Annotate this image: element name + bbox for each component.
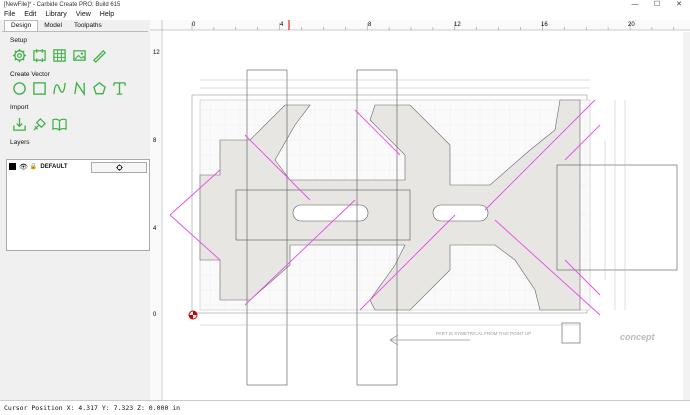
setup-heading: Setup (10, 37, 27, 44)
symmetry-note: PART IS SYMETRICAL FROM THIS POINT UP (436, 331, 531, 336)
tab-bar: Design Model Toolpaths (0, 20, 150, 31)
tab-toolpaths[interactable]: Toolpaths (68, 21, 108, 31)
layer-name: DEFAULT (40, 163, 68, 170)
window-controls: — ☐ ✕ (624, 0, 690, 9)
grid-icon[interactable] (51, 47, 67, 63)
layers-list: 👁 🔒 DEFAULT (6, 159, 150, 251)
layer-settings-button[interactable] (91, 162, 147, 173)
window-title: [NewFile]* - Carbide Create PRO: Build 6… (4, 1, 121, 8)
close-button[interactable]: ✕ (668, 0, 690, 9)
ruler-label-v12: 12 (153, 50, 160, 56)
title-bar: [NewFile]* - Carbide Create PRO: Build 6… (0, 0, 690, 9)
job-setup-icon[interactable] (31, 47, 47, 63)
import-heading: Import (10, 104, 29, 111)
polygon-icon[interactable] (91, 80, 107, 96)
status-bar: Cursor Position X: 4.317 Y: 7.323 Z: 0.0… (0, 400, 690, 415)
image-icon[interactable] (71, 47, 87, 63)
horizontal-ruler (150, 20, 690, 30)
create-vector-heading: Create Vector (10, 71, 50, 78)
tab-model[interactable]: Model (38, 21, 68, 31)
menu-edit[interactable]: Edit (20, 11, 41, 18)
polyline-icon[interactable] (71, 80, 87, 96)
library-book-icon[interactable] (51, 116, 67, 132)
gear-icon[interactable] (11, 47, 27, 63)
circle-icon[interactable] (11, 80, 27, 96)
concept-logo: concept (620, 332, 656, 342)
text-icon[interactable] (111, 80, 127, 96)
ruler-label-12: 12 (454, 22, 461, 28)
layer-row[interactable]: 👁 🔒 DEFAULT (9, 162, 147, 173)
lock-icon[interactable]: 🔒 (30, 163, 37, 170)
vertical-ruler (150, 20, 162, 400)
menu-bar: File Edit Library View Help (0, 9, 690, 20)
create-vector-tools (11, 80, 127, 96)
ruler-label-20: 20 (628, 22, 635, 28)
rectangle-icon[interactable] (31, 80, 47, 96)
design-panel: Setup Create Vector Import Layers 👁 🔒 DE… (2, 31, 150, 400)
curve-icon[interactable] (51, 80, 67, 96)
layer-color-swatch[interactable] (9, 163, 16, 170)
tab-design[interactable]: Design (4, 20, 39, 31)
design-canvas[interactable]: 0 4 8 12 16 20 12 8 4 0 PART IS SYMETRIC… (150, 20, 690, 400)
slot-right[interactable] (432, 204, 489, 222)
layers-heading: Layers (10, 139, 30, 146)
minimize-button[interactable]: — (624, 0, 646, 9)
ruler-label-16: 16 (541, 22, 548, 28)
maximize-button[interactable]: ☐ (646, 0, 668, 9)
import-shapes-icon[interactable] (31, 116, 47, 132)
menu-help[interactable]: Help (96, 11, 119, 18)
menu-library[interactable]: Library (41, 11, 71, 18)
cursor-position: Cursor Position X: 4.317 Y: 7.323 Z: 0.0… (4, 404, 181, 412)
left-panel: Design Model Toolpaths Setup Create Vect… (0, 20, 150, 400)
menu-file[interactable]: File (0, 11, 20, 18)
drawing-canvas[interactable]: 0 4 8 12 16 20 12 8 4 0 PART IS SYMETRIC… (150, 20, 690, 400)
symmetry-arrow (389, 334, 470, 346)
setup-tools (11, 47, 107, 63)
import-tools (11, 116, 67, 132)
menu-view[interactable]: View (72, 11, 96, 18)
small-box[interactable] (561, 322, 581, 344)
import-icon[interactable] (11, 116, 27, 132)
gear-icon (115, 164, 123, 171)
material-icon[interactable] (91, 47, 107, 63)
vertical-scrollbar[interactable] (683, 32, 690, 400)
eye-icon[interactable]: 👁 (19, 163, 28, 171)
